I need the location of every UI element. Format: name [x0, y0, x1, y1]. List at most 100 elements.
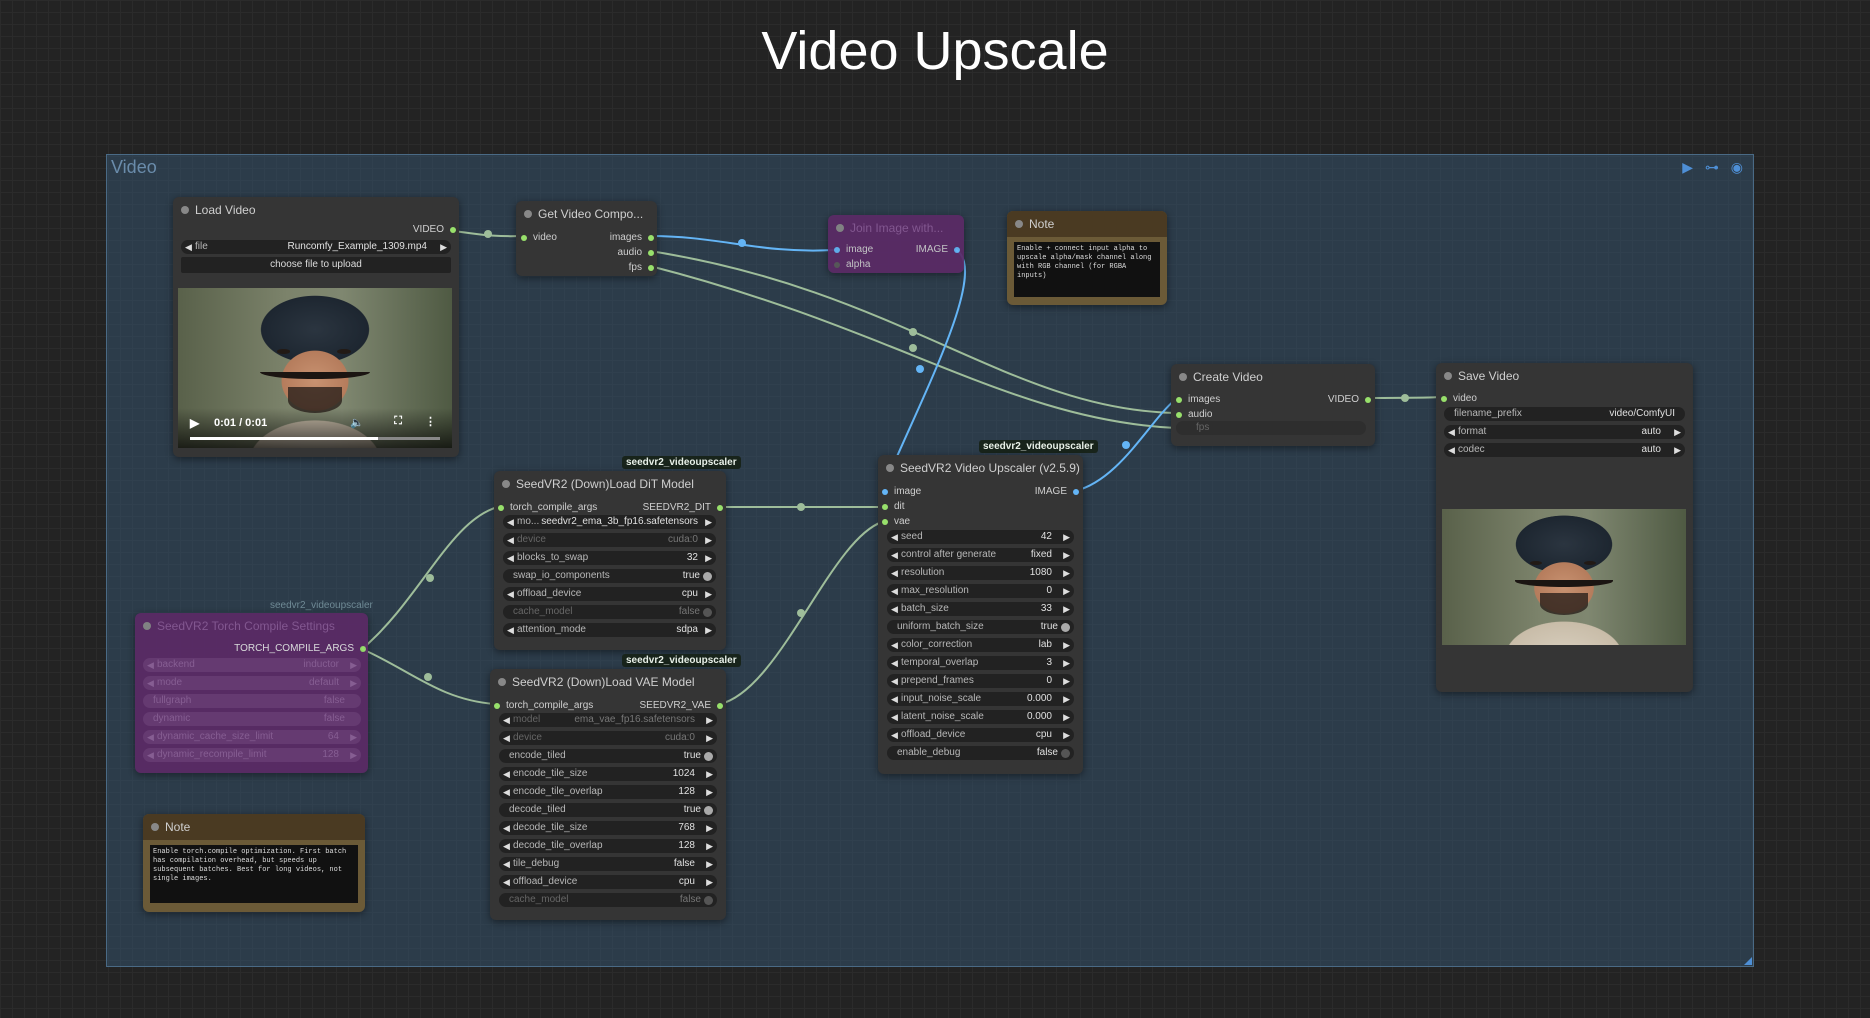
create-video-title[interactable]: Create Video [1171, 364, 1375, 390]
get-components-output-audio[interactable]: audio [618, 247, 655, 258]
vae-encode-tile-size[interactable]: ◀ encode_tile_size 1024 ▶ [499, 767, 717, 781]
save-video-format[interactable]: ◀ format auto ▶ [1444, 425, 1685, 439]
upscaler-color-correction[interactable]: ◀ color_correction lab ▶ [887, 638, 1074, 652]
join-alpha-output-image[interactable]: IMAGE [916, 244, 961, 255]
dit-swap-io-components[interactable]: swap_io_components true [503, 569, 716, 583]
node-create-video[interactable]: Create Video images audio fps VIDEO [1171, 364, 1375, 446]
chevron-right-icon[interactable]: ▶ [706, 839, 713, 853]
chevron-right-icon[interactable]: ▶ [706, 731, 713, 745]
chevron-right-icon[interactable]: ▶ [706, 875, 713, 889]
chevron-right-icon[interactable]: ▶ [1063, 530, 1070, 544]
video-preview[interactable]: ▶ 0:01 / 0:01 🔈 ⛶ ⋮ [178, 288, 452, 448]
torch-dynamic[interactable]: dynamic false [143, 712, 361, 726]
torch-mode[interactable]: ◀ mode default ▶ [143, 676, 361, 690]
toggle-icon[interactable] [704, 752, 713, 761]
chevron-left-icon[interactable]: ◀ [507, 587, 514, 601]
upscaler-batch-size[interactable]: ◀ batch_size 33 ▶ [887, 602, 1074, 616]
chevron-left-icon[interactable]: ◀ [891, 692, 898, 706]
chevron-left-icon[interactable]: ◀ [891, 674, 898, 688]
dit-attention-mode[interactable]: ◀ attention_mode sdpa ▶ [503, 623, 716, 637]
chevron-left-icon[interactable]: ◀ [503, 821, 510, 835]
upscaler-latent-noise-scale[interactable]: ◀ latent_noise_scale 0.000 ▶ [887, 710, 1074, 724]
save-video-input-video[interactable]: video [1441, 393, 1477, 404]
node-get-video-components[interactable]: Get Video Compo... video images audio fp… [516, 201, 657, 276]
vae-offload-device[interactable]: ◀ offload_device cpu ▶ [499, 875, 717, 889]
node-torch-compile-settings[interactable]: SeedVR2 Torch Compile Settings TORCH_COM… [135, 613, 368, 773]
chevron-left-icon[interactable]: ◀ [185, 240, 192, 254]
vae-model-title[interactable]: SeedVR2 (Down)Load VAE Model [490, 669, 726, 695]
chevron-right-icon[interactable]: ▶ [1063, 728, 1070, 742]
chevron-left-icon[interactable]: ◀ [891, 656, 898, 670]
note-alpha-title[interactable]: Note [1007, 211, 1167, 237]
load-video-file-combo[interactable]: ◀ file Runcomfy_Example_1309.mp4 ▶ [181, 240, 451, 254]
node-load-video[interactable]: Load Video VIDEO ◀ file Runcomfy_Example… [173, 197, 459, 457]
torch-backend[interactable]: ◀ backend inductor ▶ [143, 658, 361, 672]
torch-settings-title[interactable]: SeedVR2 Torch Compile Settings [135, 613, 368, 639]
chevron-right-icon[interactable]: ▶ [350, 730, 357, 744]
create-video-input-audio[interactable]: audio [1176, 409, 1212, 420]
get-components-output-images[interactable]: images [610, 232, 655, 243]
chevron-right-icon[interactable]: ▶ [706, 713, 713, 727]
upscaler-offload-device[interactable]: ◀ offload_device cpu ▶ [887, 728, 1074, 742]
get-components-output-fps[interactable]: fps [629, 262, 655, 273]
save-video-filename-prefix[interactable]: filename_prefix video/ComfyUI [1444, 407, 1685, 421]
chevron-left-icon[interactable]: ◀ [503, 857, 510, 871]
upscaler-enable-debug[interactable]: enable_debug false [887, 746, 1074, 760]
create-video-output[interactable]: VIDEO [1328, 394, 1372, 405]
dit-model-title[interactable]: SeedVR2 (Down)Load DiT Model [494, 471, 726, 497]
torch-fullgraph[interactable]: fullgraph false [143, 694, 361, 708]
chevron-left-icon[interactable]: ◀ [891, 584, 898, 598]
video-progress-track[interactable] [190, 437, 440, 440]
chevron-left-icon[interactable]: ◀ [891, 530, 898, 544]
play-icon[interactable]: ▶ [190, 416, 199, 430]
chevron-left-icon[interactable]: ◀ [507, 533, 514, 547]
chevron-right-icon[interactable]: ▶ [1063, 692, 1070, 706]
node-note-alpha[interactable]: Note Enable + connect input alpha to ups… [1007, 211, 1167, 305]
toggle-icon[interactable] [1061, 749, 1070, 758]
chevron-right-icon[interactable]: ▶ [705, 533, 712, 547]
vae-model-model[interactable]: ◀ model ema_vae_fp16.safetensors ▶ [499, 713, 717, 727]
torch-dynamic-cache-size-limit[interactable]: ◀ dynamic_cache_size_limit 64 ▶ [143, 730, 361, 744]
join-alpha-title[interactable]: Join Image with... [828, 215, 964, 241]
chevron-left-icon[interactable]: ◀ [503, 767, 510, 781]
chevron-left-icon[interactable]: ◀ [891, 728, 898, 742]
upscaler-control-after-generate[interactable]: ◀ control after generate fixed ▶ [887, 548, 1074, 562]
chevron-right-icon[interactable]: ▶ [1674, 425, 1681, 439]
vae-encode-tile-overlap[interactable]: ◀ encode_tile_overlap 128 ▶ [499, 785, 717, 799]
chevron-left-icon[interactable]: ◀ [1448, 443, 1455, 457]
toggle-icon[interactable] [703, 572, 712, 581]
toggle-icon[interactable] [704, 806, 713, 815]
load-video-output[interactable]: VIDEO [413, 224, 457, 235]
vae-model-output[interactable]: SEEDVR2_VAE [639, 700, 723, 711]
node-dit-model[interactable]: SeedVR2 (Down)Load DiT Model torch_compi… [494, 471, 726, 650]
chevron-right-icon[interactable]: ▶ [440, 240, 447, 254]
save-video-preview[interactable] [1442, 509, 1686, 645]
join-alpha-input-image[interactable]: image [834, 244, 873, 255]
upscaler-prepend-frames[interactable]: ◀ prepend_frames 0 ▶ [887, 674, 1074, 688]
toggle-icon[interactable] [704, 896, 713, 905]
chevron-right-icon[interactable]: ▶ [350, 658, 357, 672]
chevron-right-icon[interactable]: ▶ [1063, 566, 1070, 580]
note-alpha-text[interactable]: Enable + connect input alpha to upscale … [1014, 242, 1160, 297]
chevron-right-icon[interactable]: ▶ [1063, 638, 1070, 652]
chevron-left-icon[interactable]: ◀ [147, 658, 154, 672]
chevron-right-icon[interactable]: ▶ [1063, 710, 1070, 724]
upscaler-resolution[interactable]: ◀ resolution 1080 ▶ [887, 566, 1074, 580]
vae-tile-debug[interactable]: ◀ tile_debug false ▶ [499, 857, 717, 871]
vae-cache-model[interactable]: cache_model false [499, 893, 717, 907]
fullscreen-icon[interactable]: ⛶ [394, 415, 402, 428]
vae-decode-tile-overlap[interactable]: ◀ decode_tile_overlap 128 ▶ [499, 839, 717, 853]
upscaler-input-dit[interactable]: dit [882, 501, 905, 512]
upscaler-output[interactable]: IMAGE [1035, 486, 1080, 497]
chevron-left-icon[interactable]: ◀ [507, 515, 514, 529]
dit-model-model[interactable]: ◀ mo... seedvr2_ema_3b_fp16.safetensors … [503, 515, 716, 529]
upscaler-max-resolution[interactable]: ◀ max_resolution 0 ▶ [887, 584, 1074, 598]
vae-model-input-torch[interactable]: torch_compile_args [494, 700, 593, 711]
chevron-right-icon[interactable]: ▶ [706, 821, 713, 835]
note-torch-text[interactable]: Enable torch.compile optimization. First… [150, 845, 358, 903]
torch-settings-output[interactable]: TORCH_COMPILE_ARGS [234, 643, 366, 654]
chevron-left-icon[interactable]: ◀ [891, 566, 898, 580]
node-note-torch[interactable]: Note Enable torch.compile optimization. … [143, 814, 365, 912]
load-video-title[interactable]: Load Video [173, 197, 459, 223]
volume-icon[interactable]: 🔈 [350, 416, 364, 429]
